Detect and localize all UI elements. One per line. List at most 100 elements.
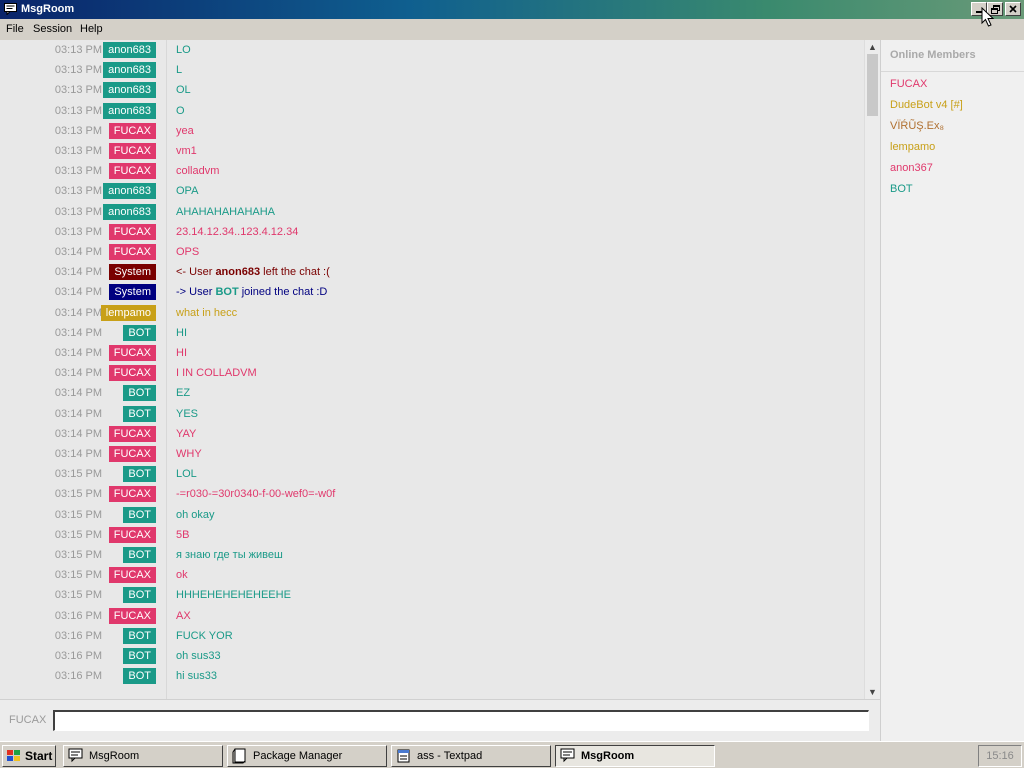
username-badge[interactable]: BOT [123, 668, 156, 685]
username-badge[interactable]: FUCAX [108, 425, 156, 442]
message-input[interactable] [53, 710, 869, 731]
chat-message-row: 03:15 PM BOT oh okay [0, 506, 864, 523]
username-badge[interactable]: FUCAX [108, 122, 156, 139]
scroll-thumb[interactable] [867, 54, 878, 116]
message-timestamp: 03:15 PM [54, 569, 102, 582]
chat-message-row: 03:15 PM FUCAX ok [0, 567, 864, 584]
chat-message-row: 03:14 PM lempamo what in hecc [0, 304, 864, 321]
member-item[interactable]: lempamo [890, 141, 935, 153]
message-timestamp: 03:13 PM [54, 104, 102, 117]
username-badge[interactable]: FUCAX [108, 365, 156, 382]
username-badge[interactable]: FUCAX [108, 607, 156, 624]
chat-message-row: 03:14 PM FUCAX HI [0, 345, 864, 361]
message-text: WHY [176, 448, 202, 460]
message-text: -=r030-=30r0340-f-00-wef0=-w0f [176, 488, 336, 501]
username-badge[interactable]: FUCAX [108, 244, 156, 260]
title-bar[interactable]: MsgRoom [0, 0, 1024, 19]
chat-icon [560, 748, 575, 763]
username-badge[interactable]: FUCAX [108, 223, 156, 240]
menu-file[interactable]: File [6, 23, 24, 35]
chat-message-row: 03:16 PM BOT oh sus33 [0, 648, 864, 664]
taskbar-button-label: ass - Textpad [417, 750, 483, 762]
username-badge[interactable]: FUCAX [108, 446, 156, 462]
username-badge[interactable]: anon683 [103, 62, 156, 79]
message-text: ok [176, 569, 188, 582]
notepad-icon [397, 749, 410, 763]
username-badge[interactable]: System [109, 284, 156, 301]
message-timestamp: 03:13 PM [54, 44, 102, 56]
username-badge[interactable]: BOT [123, 324, 156, 341]
chat-message-row: 03:13 PM anon683 OL [0, 82, 864, 99]
username-badge[interactable]: FUCAX [108, 345, 156, 361]
username-badge[interactable]: FUCAX [108, 486, 156, 503]
username-badge[interactable]: BOT [123, 506, 156, 523]
chat-message-row: 03:13 PM FUCAX vm1 [0, 143, 864, 159]
username-badge[interactable]: BOT [123, 547, 156, 563]
taskbar-button-label: MsgRoom [581, 750, 635, 762]
chat-message-row: 03:16 PM BOT hi sus33 [0, 668, 864, 685]
message-timestamp: 03:15 PM [54, 488, 102, 501]
username-badge[interactable]: lempamo [100, 304, 156, 321]
message-text: -> User BOT joined the chat :D [176, 286, 328, 299]
username-badge[interactable]: anon683 [103, 82, 156, 99]
chat-log[interactable]: 03:13 PM anon683 LO 03:13 PM anon683 L 03:13 P… [0, 40, 864, 699]
username-badge[interactable]: anon683 [103, 42, 156, 58]
username-badge[interactable]: FUCAX [108, 163, 156, 180]
taskbar-button[interactable]: MsgRoom [63, 745, 223, 767]
member-item[interactable]: FUCAX [890, 78, 927, 90]
member-item[interactable]: VÏŔŨŞ.Ex₈ [890, 120, 944, 132]
chat-message-row: 03:14 PM BOT EZ [0, 385, 864, 402]
message-timestamp: 03:15 PM [54, 508, 102, 521]
username-badge[interactable]: System [109, 264, 156, 281]
chat-message-row: 03:15 PM BOT я знаю где ты живеш [0, 547, 864, 563]
taskbar-button[interactable]: MsgRoom [555, 745, 715, 767]
system-username: BOT [215, 286, 239, 299]
message-timestamp: 03:13 PM [54, 225, 102, 238]
message-timestamp: 03:15 PM [54, 468, 102, 481]
message-text: oh okay [176, 508, 215, 521]
chat-message-row: 03:14 PM FUCAX YAY [0, 425, 864, 442]
start-button[interactable]: Start [2, 745, 56, 767]
member-item[interactable]: DudeBot v4 [#] [890, 99, 963, 111]
menu-help[interactable]: Help [80, 23, 103, 35]
message-text: HI [176, 326, 187, 339]
username-badge[interactable]: BOT [123, 627, 156, 644]
username-badge[interactable]: BOT [123, 466, 156, 483]
message-text: O [176, 104, 185, 117]
chat-message-row: 03:14 PM BOT HI [0, 324, 864, 341]
username-badge[interactable]: FUCAX [108, 143, 156, 159]
message-text: я знаю где ты живеш [176, 549, 283, 561]
current-nickname: FUCAX [9, 714, 47, 726]
message-timestamp: 03:14 PM [54, 347, 102, 359]
member-item[interactable]: anon367 [890, 162, 933, 174]
member-item[interactable]: BOT [890, 183, 913, 195]
username-badge[interactable]: anon683 [103, 203, 156, 220]
chat-message-row: 03:16 PM BOT FUCK YOR [0, 627, 864, 644]
chat-message-row: 03:15 PM BOT LOL [0, 466, 864, 483]
message-timestamp: 03:13 PM [54, 145, 102, 157]
chat-scrollbar[interactable]: ▲ ▼ [864, 40, 880, 699]
members-heading: Online Members [890, 49, 976, 61]
chat-message-row: 03:13 PM anon683 LO [0, 42, 864, 58]
username-badge[interactable]: anon683 [103, 102, 156, 119]
scroll-up-icon[interactable]: ▲ [865, 40, 880, 54]
message-text: EZ [176, 387, 191, 400]
message-timestamp: 03:14 PM [54, 387, 102, 400]
username-badge[interactable]: BOT [123, 587, 156, 604]
scroll-down-icon[interactable]: ▼ [865, 685, 880, 699]
taskbar-button[interactable]: ass - Textpad [391, 745, 551, 767]
taskbar-button-label: Package Manager [253, 750, 343, 762]
username-badge[interactable]: BOT [123, 648, 156, 664]
username-badge[interactable]: FUCAX [108, 567, 156, 584]
message-timestamp: 03:13 PM [54, 84, 102, 97]
message-text: FUCK YOR [176, 629, 233, 642]
username-badge[interactable]: FUCAX [108, 526, 156, 543]
window-title: MsgRoom [21, 3, 75, 15]
taskbar-button[interactable]: Package Manager [227, 745, 387, 767]
username-badge[interactable]: BOT [123, 405, 156, 422]
menu-session[interactable]: Session [33, 23, 72, 35]
username-badge[interactable]: BOT [123, 385, 156, 402]
username-badge[interactable]: anon683 [103, 183, 156, 200]
message-text: 23.14.12.34..123.4.12.34 [176, 225, 299, 238]
close-button[interactable] [1005, 2, 1021, 16]
